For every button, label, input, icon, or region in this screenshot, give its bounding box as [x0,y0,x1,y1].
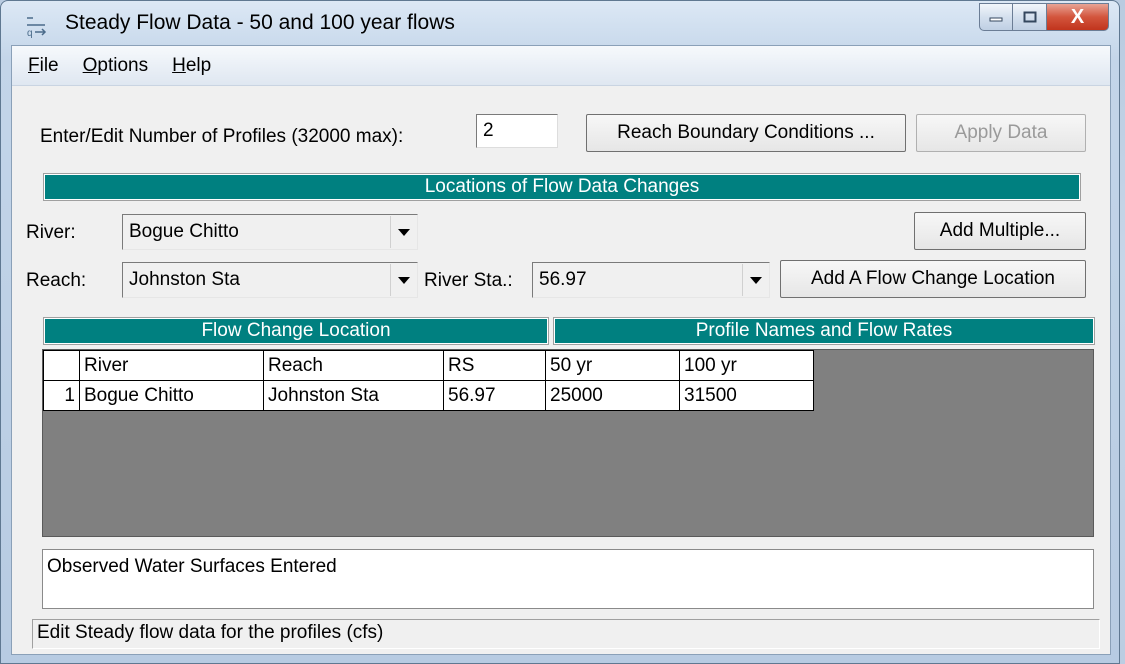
cell-rs[interactable]: 56.97 [443,380,546,411]
maximize-icon [1023,11,1036,23]
close-button[interactable]: X [1047,3,1109,31]
steady-flow-window: q Steady Flow Data - 50 and 100 year flo… [0,0,1120,664]
title-bar[interactable]: q Steady Flow Data - 50 and 100 year flo… [1,1,1119,45]
add-flow-change-location-button[interactable]: Add A Flow Change Location [780,260,1086,298]
cell-flow-100yr[interactable]: 31500 [679,380,814,411]
window-title: Steady Flow Data - 50 and 100 year flows [65,11,455,34]
cell-reach[interactable]: Johnston Sta [263,380,444,411]
caption-buttons: X [979,3,1109,31]
close-icon: X [1070,5,1085,28]
apply-data-button[interactable]: Apply Data [916,114,1086,152]
row-number-header [43,350,80,381]
svg-text:q: q [27,28,33,39]
menu-file[interactable]: File [28,55,59,77]
profiles-count-value: 2 [483,120,494,141]
reach-boundary-conditions-button[interactable]: Reach Boundary Conditions ... [586,114,906,152]
column-header-rs[interactable]: RS [443,350,546,381]
menu-bar: File Options Help [12,46,1110,86]
status-bar: Edit Steady flow data for the profiles (… [32,619,1100,649]
menu-options[interactable]: Options [83,55,148,77]
flow-data-icon: q [23,13,49,39]
column-header-reach[interactable]: Reach [263,350,444,381]
profiles-label: Enter/Edit Number of Profiles (32000 max… [40,126,404,147]
chevron-down-icon[interactable] [390,216,416,248]
observed-water-surfaces-box[interactable]: Observed Water Surfaces Entered [42,549,1094,609]
column-header-river[interactable]: River [79,350,264,381]
reach-label: Reach: [26,270,87,291]
profiles-count-input[interactable]: 2 [476,114,558,148]
chevron-down-icon[interactable] [390,264,416,296]
table-header-row: River Reach RS 50 yr 100 yr [43,350,814,381]
row-number: 1 [43,380,80,411]
cell-flow-50yr[interactable]: 25000 [545,380,680,411]
river-select-value: Bogue Chitto [129,221,239,242]
river-station-label: River Sta.: [424,270,513,291]
reach-select[interactable]: Johnston Sta [122,262,418,298]
reach-select-value: Johnston Sta [129,269,240,290]
flow-table: River Reach RS 50 yr 100 yr 1 Bogue Chit… [43,350,814,411]
cell-river[interactable]: Bogue Chitto [79,380,264,411]
river-label: River: [26,222,76,243]
profile-names-header: Profile Names and Flow Rates [553,317,1095,345]
flow-data-grid: River Reach RS 50 yr 100 yr 1 Bogue Chit… [42,349,1094,537]
minimize-icon [989,17,1003,22]
river-station-value: 56.97 [539,269,587,290]
flow-change-location-header: Flow Change Location [43,317,549,345]
menu-help[interactable]: Help [172,55,211,77]
column-header-50yr[interactable]: 50 yr [545,350,680,381]
add-multiple-button[interactable]: Add Multiple... [914,212,1086,250]
locations-header: Locations of Flow Data Changes [43,173,1081,201]
river-station-select[interactable]: 56.97 [532,262,770,298]
chevron-down-icon[interactable] [742,264,768,296]
client-area: File Options Help Enter/Edit Number of P… [11,45,1111,655]
minimize-button[interactable] [979,3,1013,31]
river-select[interactable]: Bogue Chitto [122,214,418,250]
column-header-100yr[interactable]: 100 yr [679,350,814,381]
maximize-button[interactable] [1013,3,1047,31]
table-row: 1 Bogue Chitto Johnston Sta 56.97 25000 … [43,380,814,411]
